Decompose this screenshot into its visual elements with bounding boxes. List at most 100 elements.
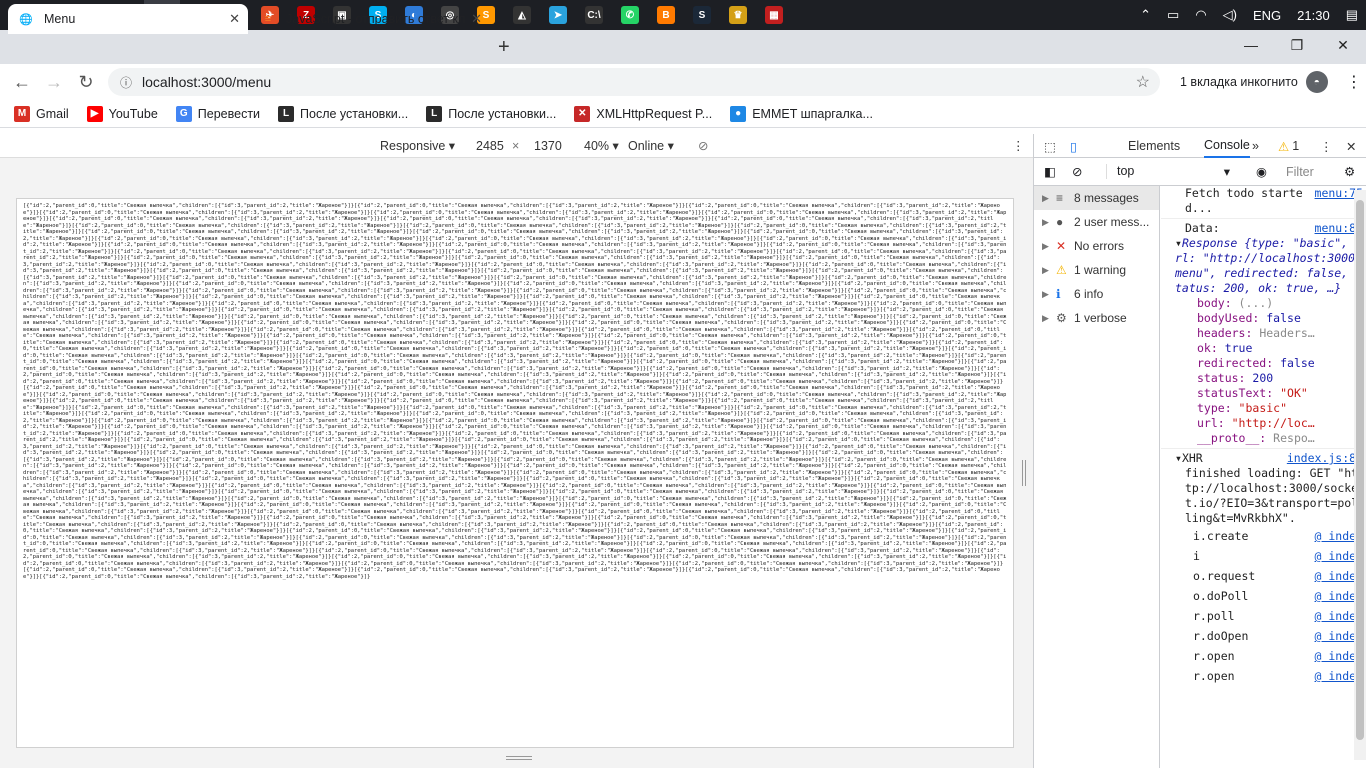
app-crown-icon[interactable]: ♛ — [720, 0, 756, 30]
object-property[interactable]: bodyUsed: false — [1161, 311, 1366, 326]
stack-frame[interactable]: @ index r.open — [1161, 666, 1366, 686]
close-tab-icon[interactable]: ✕ — [229, 11, 240, 27]
reload-button[interactable]: ↻ — [70, 72, 102, 93]
zoom-select[interactable]: 40% ▾ — [584, 138, 619, 153]
stack-frame[interactable]: @ index r.doOpen — [1161, 626, 1366, 646]
device-toolbar-menu-icon[interactable]: ⋮ — [1012, 138, 1025, 153]
bookmark-item[interactable]: G Перевести — [175, 105, 260, 122]
stack-frame[interactable]: @ index o.request — [1161, 566, 1366, 586]
expand-arrow-icon[interactable]: ▶ — [1042, 289, 1056, 300]
app-orange-icon[interactable]: B — [648, 0, 684, 30]
tab-elements[interactable]: Elements — [1128, 134, 1180, 158]
viewport-resize-handle-bottom[interactable] — [506, 756, 532, 760]
whatsapp-icon[interactable]: ✆ — [612, 0, 648, 30]
language-indicator[interactable]: ENG — [1245, 8, 1289, 23]
telegram-icon[interactable]: ➤ — [540, 0, 576, 30]
source-link[interactable]: index.js:83 — [1287, 451, 1363, 466]
back-button[interactable]: ← — [6, 72, 38, 93]
network-icon[interactable]: ▭ — [1159, 7, 1187, 23]
omnibox[interactable]: ⓘ localhost:3000/menu ☆ — [108, 68, 1160, 96]
star-icon[interactable]: ☆ — [1136, 72, 1150, 92]
eye-icon[interactable]: ◉ — [1256, 164, 1267, 179]
rotate-icon[interactable]: ⊘ — [698, 138, 708, 153]
object-property[interactable]: statusText: "OK" — [1161, 386, 1366, 401]
object-property[interactable]: headers: Headers… — [1161, 326, 1366, 341]
expand-arrow-icon[interactable]: ▶ — [1042, 313, 1056, 324]
stack-frame[interactable]: @ index i.create — [1161, 526, 1366, 546]
expand-arrow-icon[interactable]: ▶ — [1042, 265, 1056, 276]
steam-icon[interactable]: S — [684, 0, 720, 30]
tab-console[interactable]: Console — [1204, 134, 1250, 158]
terminal-glyph: C:\ — [585, 6, 603, 24]
console-scrollbar[interactable] — [1354, 190, 1366, 760]
expand-arrow-icon[interactable]: ▶ — [1042, 217, 1056, 228]
console-settings-icon[interactable]: ⚙ — [1344, 164, 1355, 179]
filter-input[interactable]: Filter — [1286, 165, 1314, 179]
console-sidebar-item[interactable]: ▶ ≡ 8 messages — [1034, 186, 1159, 210]
wifi-icon[interactable]: ◠ — [1187, 7, 1214, 23]
object-property[interactable]: status: 200 — [1161, 371, 1366, 386]
more-tabs-icon[interactable]: » — [1252, 134, 1259, 158]
object-property[interactable]: body: (...) — [1161, 296, 1366, 311]
tab-title: Menu — [44, 12, 76, 26]
bookmark-icon: L — [426, 105, 443, 122]
app-crown-glyph: ♛ — [729, 6, 747, 24]
tab-menu[interactable]: 🌐 Menu ✕ — [8, 4, 248, 34]
scrollbar-thumb[interactable] — [1356, 200, 1364, 740]
incognito-indicator[interactable]: 1 вкладка инкогнито ◓ ⋮ — [1180, 70, 1362, 94]
bookmark-item[interactable]: ▶ YouTube — [86, 105, 158, 122]
object-property[interactable]: redirected: false — [1161, 356, 1366, 371]
close-window-button[interactable]: ✕ — [1320, 30, 1366, 60]
terminal-icon[interactable]: C:\ — [576, 0, 612, 30]
device-width-input[interactable]: 2485 — [476, 139, 504, 153]
stack-frame[interactable]: @ index r.poll — [1161, 606, 1366, 626]
sidebar-toggle-icon[interactable]: ◧ — [1044, 164, 1056, 179]
minimize-button[interactable]: — — [1228, 30, 1274, 60]
warning-icon[interactable]: ⚠ 1 — [1278, 134, 1299, 158]
console-sidebar-item[interactable]: ▶ ● 2 user mess... — [1034, 210, 1159, 234]
forward-button[interactable]: → — [38, 72, 70, 93]
close-tab-icon[interactable]: ✕ — [471, 11, 482, 27]
app-flag-icon[interactable]: ▦ — [756, 0, 792, 30]
bookmark-item[interactable]: L После установки... — [278, 105, 408, 122]
maximize-button[interactable]: ❐ — [1274, 30, 1320, 60]
console-sidebar-item[interactable]: ▶ ✕ No errors — [1034, 234, 1159, 258]
system-tray: ⌃ ▭ ◠ ◁) ENG 21:30 ▤ — [1132, 0, 1366, 30]
clear-console-icon[interactable]: ⊘ — [1072, 164, 1082, 179]
console-sidebar-item[interactable]: ▶ ⚠ 1 warning — [1034, 258, 1159, 282]
device-height-input[interactable]: 1370 — [534, 139, 562, 153]
notification-icon[interactable]: ▤ — [1338, 7, 1366, 23]
response-object[interactable]: ▾Response {type: "basic", url: "http://l… — [1161, 236, 1366, 296]
inspect-icon[interactable]: ⬚ — [1044, 134, 1056, 158]
bookmark-item[interactable]: ✕ XMLHttpRequest P... — [574, 105, 712, 122]
object-property[interactable]: __proto__: Respo… — [1161, 431, 1366, 446]
menu-dots-icon[interactable]: ⋮ — [1346, 72, 1362, 92]
app-ship-icon[interactable]: ◭ — [504, 0, 540, 30]
chevron-up-icon[interactable]: ⌃ — [1132, 7, 1159, 23]
info-icon[interactable]: ⓘ — [120, 74, 132, 91]
console-sidebar-item[interactable]: ▶ ⚙ 1 verbose — [1034, 306, 1159, 330]
device-mode-select[interactable]: Responsive ▾ — [380, 138, 455, 153]
object-property[interactable]: url: "http://loc… — [1161, 416, 1366, 431]
expand-arrow-icon[interactable]: ▶ — [1042, 241, 1056, 252]
context-select[interactable]: top ▾ — [1106, 164, 1230, 179]
tab-javascript[interactable]: ≡ JavaScript - отправить ответ кли ✕ — [250, 4, 490, 34]
stack-frame[interactable]: @ index o.doPoll — [1161, 586, 1366, 606]
devtools-menu-icon[interactable]: ⋮ — [1320, 134, 1333, 158]
close-devtools-icon[interactable]: ✕ — [1346, 134, 1356, 158]
device-toggle-icon[interactable]: ▯ — [1070, 134, 1077, 158]
viewport-resize-handle-right[interactable] — [1022, 460, 1026, 486]
new-tab-button[interactable]: + — [498, 36, 510, 59]
stack-frame[interactable]: @ index i — [1161, 546, 1366, 566]
bookmark-item[interactable]: L После установки... — [426, 105, 556, 122]
volume-icon[interactable]: ◁) — [1215, 7, 1245, 23]
network-throttle-select[interactable]: Online ▾ — [628, 138, 674, 153]
object-property[interactable]: ok: true — [1161, 341, 1366, 356]
object-property[interactable]: type: "basic" — [1161, 401, 1366, 416]
bookmark-item[interactable]: ● EMMET шпаргалка... — [730, 105, 873, 122]
bookmark-item[interactable]: M Gmail — [14, 105, 69, 122]
console-sidebar-item[interactable]: ▶ ℹ 6 info — [1034, 282, 1159, 306]
clock[interactable]: 21:30 — [1289, 8, 1338, 23]
expand-arrow-icon[interactable]: ▶ — [1042, 193, 1056, 204]
stack-frame[interactable]: @ index r.open — [1161, 646, 1366, 666]
